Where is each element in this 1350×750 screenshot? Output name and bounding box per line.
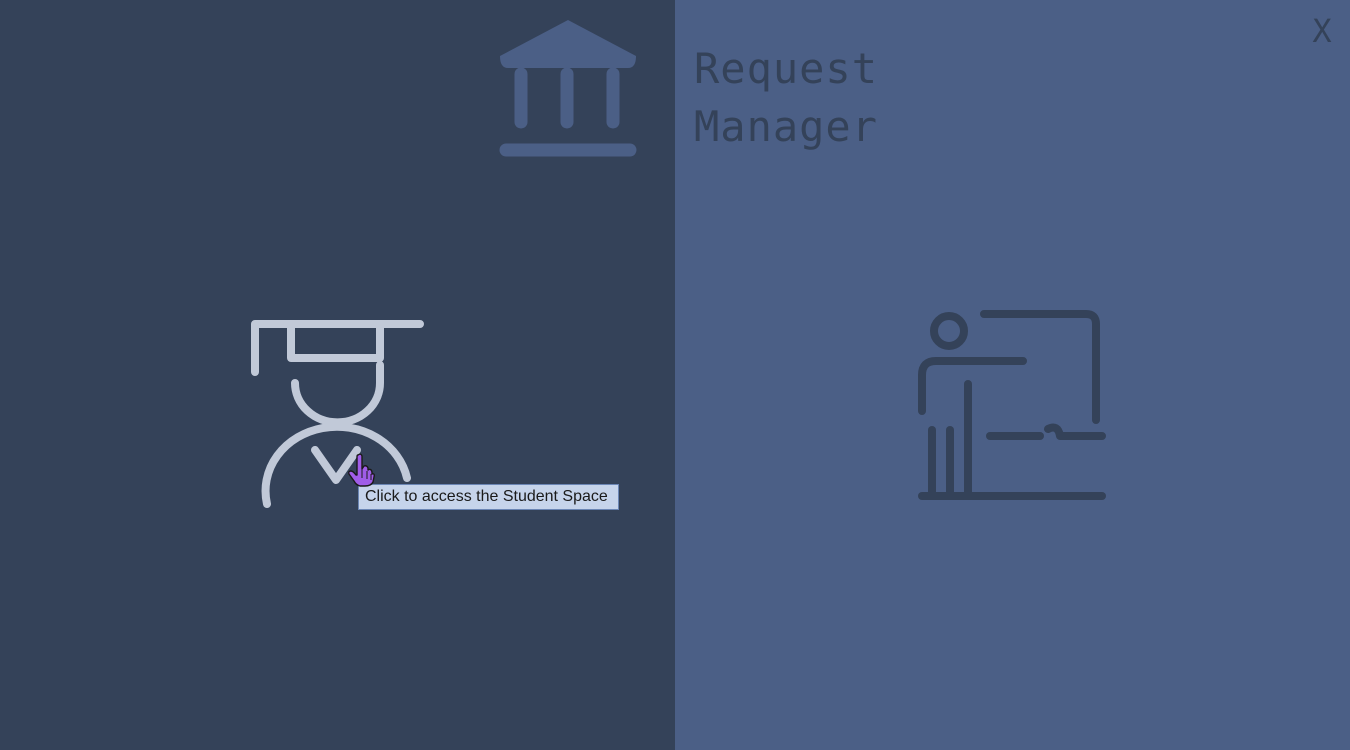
teacher-space-button[interactable] (908, 300, 1118, 510)
close-button[interactable]: X (1306, 10, 1338, 52)
app-title: Request Manager (694, 40, 878, 156)
institution-icon (499, 20, 637, 157)
app-window: Request Manager X Click to access the St… (0, 0, 1350, 750)
student-panel (0, 0, 675, 750)
teacher-board-icon (918, 310, 1106, 500)
hand-pointer-cursor-icon (348, 453, 375, 487)
student-space-tooltip: Click to access the Student Space (358, 484, 619, 510)
app-title-line-1: Request (694, 44, 879, 93)
app-title-line-2: Manager (694, 102, 879, 151)
